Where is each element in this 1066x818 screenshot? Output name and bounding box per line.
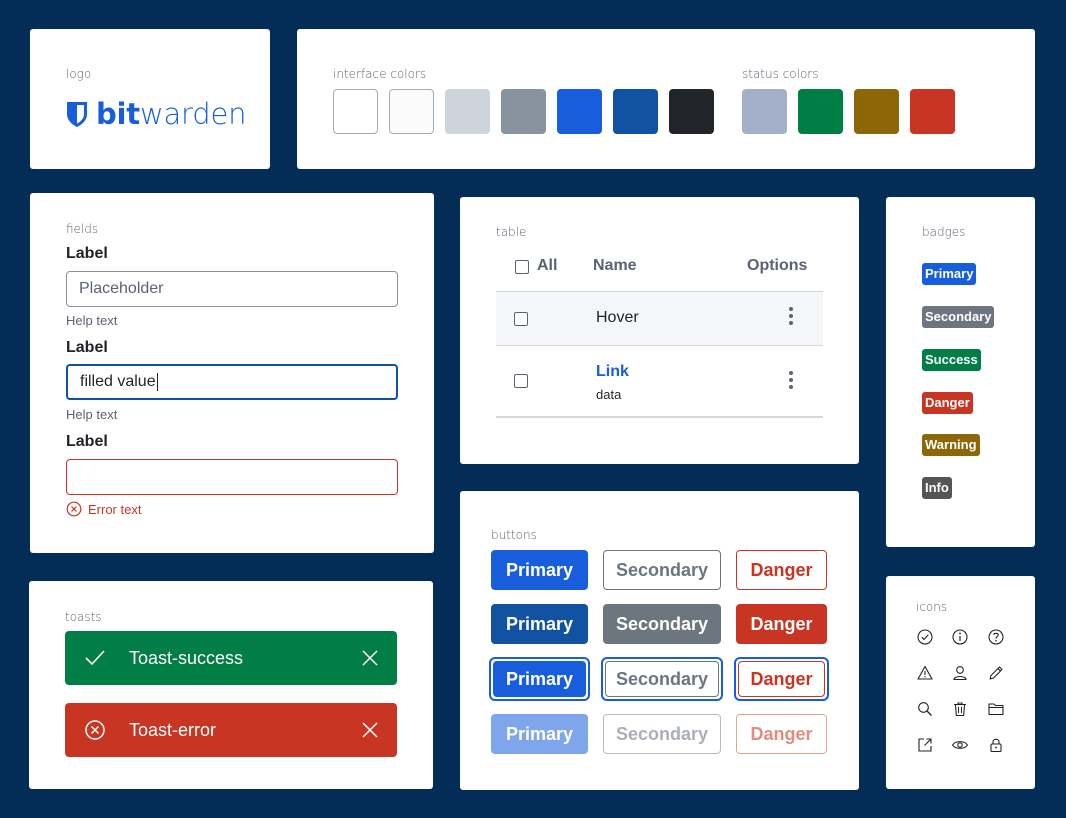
badges-card: badges Primary Secondary Success Danger … — [886, 197, 1035, 547]
lock-icon — [990, 738, 1002, 753]
search-icon — [918, 702, 932, 716]
close-icon[interactable] — [361, 721, 379, 739]
status-colors-label: status colors — [742, 67, 819, 81]
interface-colors-label: interface colors — [333, 67, 427, 81]
badge-info: Info — [922, 477, 952, 499]
secondary-button-focus[interactable]: Secondary — [605, 661, 719, 697]
secondary-button[interactable]: Secondary — [603, 550, 721, 590]
user-icon — [953, 666, 967, 681]
error-message: Error text — [66, 501, 141, 517]
error-circle-icon — [66, 501, 82, 517]
section-label: badges — [922, 225, 966, 239]
text-input-error[interactable] — [66, 459, 398, 495]
fields-card: fields Label Placeholder Help text Label… — [30, 193, 434, 553]
primary-button-disabled: Primary — [491, 714, 588, 754]
danger-button-disabled: Danger — [736, 714, 827, 754]
interface-color-swatch-4 — [557, 89, 602, 134]
check-icon — [85, 650, 105, 666]
help-text: Help text — [66, 313, 118, 328]
eye-icon — [951, 741, 969, 749]
status-color-swatch-3 — [910, 89, 955, 134]
column-header-name[interactable]: Name — [593, 257, 637, 275]
interface-color-swatches — [333, 89, 714, 134]
interface-color-swatch-3 — [501, 89, 546, 134]
row-sub-text: data — [596, 387, 622, 402]
table-row: Link data — [496, 346, 823, 416]
question-icon — [988, 629, 1004, 645]
select-all-checkbox[interactable] — [515, 260, 529, 274]
text-input-focused[interactable]: filled value — [66, 364, 398, 400]
status-color-swatch-0 — [742, 89, 787, 134]
primary-button-hover[interactable]: Primary — [491, 604, 588, 644]
column-header-options: Options — [747, 257, 808, 274]
badge-primary: Primary — [922, 263, 977, 285]
section-label: fields — [66, 222, 99, 236]
badge-success: Success — [922, 349, 981, 371]
logo-wordmark: bitwarden — [96, 97, 247, 131]
row-checkbox[interactable] — [514, 312, 528, 326]
section-label: icons — [916, 600, 948, 614]
field-label: Label — [66, 245, 108, 262]
kebab-menu-icon[interactable] — [789, 307, 793, 328]
external-link-icon — [918, 738, 932, 752]
text-caret — [156, 373, 158, 391]
error-text: Error text — [88, 501, 142, 517]
row-checkbox[interactable] — [514, 374, 528, 388]
trash-icon — [954, 702, 966, 717]
section-label: buttons — [491, 528, 537, 542]
primary-button-focus[interactable]: Primary — [493, 661, 586, 697]
toast-error: Toast-error — [65, 703, 397, 757]
danger-button[interactable]: Danger — [736, 550, 827, 590]
input-value: filled value — [80, 373, 156, 390]
close-icon[interactable] — [361, 649, 379, 667]
danger-button-focus[interactable]: Danger — [738, 661, 825, 697]
status-color-swatches — [742, 89, 955, 134]
help-text: Help text — [66, 407, 118, 422]
colors-card: interface colors status colors — [297, 29, 1035, 169]
primary-button[interactable]: Primary — [491, 550, 588, 590]
status-color-swatch-1 — [798, 89, 843, 134]
interface-color-swatch-5 — [613, 89, 658, 134]
folder-icon — [988, 703, 1004, 716]
section-label: toasts — [65, 610, 102, 624]
shield-icon — [67, 101, 87, 127]
field-label: Label — [66, 433, 108, 450]
interface-color-swatch-6 — [669, 89, 714, 134]
badge-secondary: Secondary — [922, 306, 995, 328]
interface-color-swatch-1 — [389, 89, 434, 134]
toast-text: Toast-error — [129, 719, 217, 740]
info-icon — [952, 629, 968, 645]
pencil-icon — [989, 666, 1003, 680]
input-placeholder: Placeholder — [79, 280, 164, 297]
bitwarden-logo: bitwarden — [66, 97, 247, 131]
secondary-button-hover[interactable]: Secondary — [603, 604, 721, 644]
badge-warning: Warning — [922, 434, 980, 456]
text-input[interactable]: Placeholder — [66, 271, 398, 307]
divider — [496, 416, 823, 418]
column-header-all: All — [537, 257, 558, 274]
section-label: table — [496, 225, 527, 239]
row-link[interactable]: Link — [596, 363, 629, 381]
secondary-button-disabled: Secondary — [603, 714, 721, 754]
section-label: logo — [66, 67, 92, 81]
row-name: Hover — [596, 309, 639, 326]
toast-success: Toast-success — [65, 631, 397, 685]
interface-color-swatch-2 — [445, 89, 490, 134]
toast-text: Toast-success — [129, 647, 244, 668]
badge-danger: Danger — [922, 392, 973, 414]
table-card: table All Name Options Hover Link data — [460, 197, 859, 464]
status-color-swatch-2 — [854, 89, 899, 134]
logo-card: logo bitwarden — [30, 29, 270, 169]
interface-color-swatch-0 — [333, 89, 378, 134]
error-circle-icon — [85, 720, 105, 740]
icons-card: icons — [886, 576, 1035, 789]
warning-icon — [917, 665, 933, 680]
table-row[interactable]: Hover — [496, 292, 823, 345]
danger-button-hover[interactable]: Danger — [736, 604, 827, 644]
buttons-card: buttons Primary Secondary Danger Primary… — [460, 491, 859, 790]
kebab-menu-icon[interactable] — [789, 371, 793, 392]
field-label: Label — [66, 339, 108, 356]
check-circle-icon — [917, 629, 933, 645]
toasts-card: toasts Toast-success Toast-error — [29, 581, 433, 789]
